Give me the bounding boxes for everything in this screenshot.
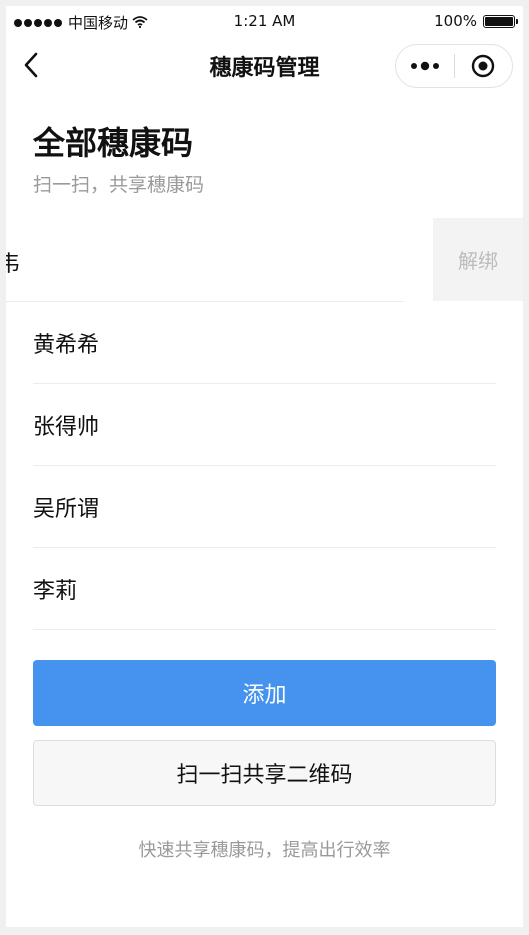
- swiped-item-name: 韦: [6, 252, 21, 277]
- list-item[interactable]: 吴所谓: [33, 466, 496, 548]
- more-dots-icon: [410, 61, 439, 71]
- list-item[interactable]: 李莉: [33, 548, 496, 630]
- status-bar: 中国移动 1:21 AM 100%: [6, 6, 523, 36]
- list-item[interactable]: 张得帅: [33, 384, 496, 466]
- more-button[interactable]: [396, 45, 454, 87]
- close-button[interactable]: [454, 45, 512, 87]
- battery-percent: 100%: [434, 12, 477, 30]
- phone-screen: 中国移动 1:21 AM 100% 穗康码管理 全部穗康码 扫一扫，共享穗康码 …: [6, 6, 523, 927]
- list-item[interactable]: 黄希希: [33, 302, 496, 384]
- page-subtitle: 扫一扫，共享穗康码: [33, 174, 205, 196]
- mini-program-capsule: [395, 44, 513, 88]
- page-title: 全部穗康码: [33, 124, 194, 162]
- list-item-name: 黄希希: [33, 332, 100, 358]
- target-close-icon: [472, 54, 495, 78]
- swiped-list-item[interactable]: 韦 解绑: [6, 218, 523, 302]
- list-item-name: 李莉: [33, 578, 78, 604]
- list-item-name: 张得帅: [33, 414, 100, 440]
- footnote-text: 快速共享穗康码，提高出行效率: [138, 840, 391, 861]
- code-list: 黄希希 张得帅 吴所谓 李莉: [33, 302, 496, 630]
- status-right: 100%: [434, 12, 518, 30]
- nav-bar: 穗康码管理: [6, 36, 523, 94]
- battery-icon: [483, 14, 518, 28]
- add-button[interactable]: 添加: [33, 660, 496, 726]
- unbind-button[interactable]: 解绑: [433, 218, 523, 301]
- scan-share-button[interactable]: 扫一扫共享二维码: [33, 740, 496, 806]
- list-item-name: 吴所谓: [33, 496, 100, 522]
